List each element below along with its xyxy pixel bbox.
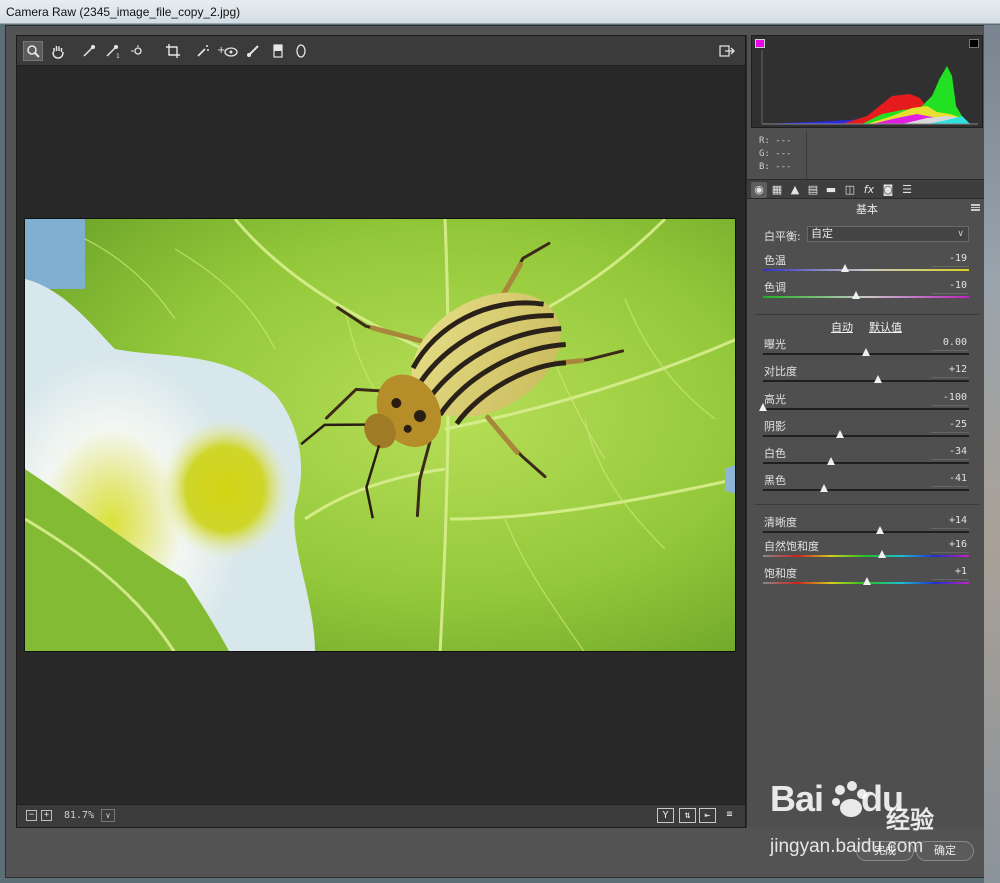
preview-preferences-icon[interactable]: ≡ [721,808,738,823]
slider-value-underline [931,253,969,267]
title-bar: Camera Raw (2345_image_file_copy_2.jpg) [0,0,1000,24]
slider-label-blacks: 黑色 [764,474,786,487]
zoom-dropdown[interactable]: ∨ [101,809,115,822]
tab-presets-icon[interactable]: ☰ [899,182,915,198]
slider-label-clarity: 清晰度 [764,516,797,529]
tool-bar: 1 + [17,36,745,66]
swap-settings-button[interactable]: ⇅ [679,808,696,823]
tab-lens-icon[interactable]: ◫ [842,182,858,198]
slider-track-vibrance[interactable] [763,555,969,557]
targeted-adjustment-tool-icon[interactable] [129,41,149,61]
slider-thumb-whites[interactable] [826,457,835,465]
hand-tool-icon[interactable] [48,41,68,61]
slider-label-contrast: 对比度 [764,365,797,378]
slider-thumb-shadows[interactable] [836,430,845,438]
slider-label-shadows: 阴影 [764,420,786,433]
color-sampler-tool-icon[interactable]: 1 [103,41,123,61]
slider-value-underline [931,446,969,460]
chevron-down-icon: ∨ [957,229,964,239]
slider-track-tint[interactable] [763,296,969,298]
white-balance-tool-icon[interactable] [79,41,99,61]
slider-track-whites[interactable] [763,462,969,464]
spot-removal-tool-icon[interactable] [193,41,213,61]
desktop-background [984,25,1000,883]
slider-label-tint: 色调 [764,281,786,294]
slider-track-highlights[interactable] [763,408,969,410]
slider-thumb-tint[interactable] [851,291,860,299]
slider-track-contrast[interactable] [763,380,969,382]
slider-value-underline [931,566,969,580]
slider-value-underline [931,539,969,553]
white-balance-value: 自定 [811,227,833,240]
tab-hsl-icon[interactable]: ▤ [805,182,821,198]
slider-track-clarity[interactable] [763,531,969,533]
slider-label-whites: 白色 [764,447,786,460]
slider-thumb-contrast[interactable] [874,375,883,383]
slider-value-underline [931,515,969,529]
tab-basic-icon[interactable]: ◉ [751,182,767,198]
blue-readout: B: --- [759,162,792,172]
dialog-frame: 1 + − + 81.7% ∨ Y ⇅ ⇤ ≡ R: --- G: --- B:… [5,25,995,878]
slider-value-underline [931,419,969,433]
svg-text:1: 1 [116,53,120,58]
slider-thumb-vibrance[interactable] [878,550,887,558]
slider-value-underline [931,280,969,294]
window-title: Camera Raw (2345_image_file_copy_2.jpg) [6,5,241,19]
slider-value-underline [931,392,969,406]
svg-text:+: + [217,45,225,56]
red-readout: R: --- [759,136,792,146]
slider-track-temperature[interactable] [763,269,969,271]
slider-thumb-exposure[interactable] [862,348,870,356]
auto-link[interactable]: 自动 [831,319,853,335]
status-bar: − + 81.7% ∨ Y ⇅ ⇤ ≡ [17,804,745,827]
histogram [751,35,983,128]
slider-label-exposure: 曝光 [764,338,786,351]
slider-thumb-temperature[interactable] [841,264,850,272]
slider-value-underline [931,473,969,487]
zoom-level: 81.7% [64,810,95,821]
default-link[interactable]: 默认值 [869,319,902,335]
tab-split-toning-icon[interactable]: ▬ [823,182,839,198]
green-readout: G: --- [759,149,792,159]
open-in-photoshop-icon[interactable] [717,41,737,61]
adjustments-panel: R: --- G: --- B: --- ◉ ▦ ▲ ▤ ▬ ◫ fx ◙ ☰ … [746,35,987,828]
adjustment-brush-icon[interactable] [243,41,263,61]
white-balance-label: 白平衡: [764,230,801,243]
slider-label-highlights: 高光 [764,393,786,406]
panel-tabs: ◉ ▦ ▲ ▤ ▬ ◫ fx ◙ ☰ [747,179,987,199]
image-preview[interactable] [24,218,736,652]
slider-value-underline [931,337,969,351]
slider-track-shadows[interactable] [763,435,969,437]
zoom-tool-icon[interactable] [23,41,43,61]
red-eye-tool-icon[interactable]: + [216,41,240,61]
graduated-filter-icon[interactable] [268,41,288,61]
white-balance-select[interactable]: 自定 ∨ [807,226,969,242]
tab-camera-calibration-icon[interactable]: ◙ [880,182,896,198]
tab-effects-icon[interactable]: fx [861,182,877,198]
zoom-in-button[interactable]: + [41,810,52,821]
slider-label-vibrance: 自然饱和度 [764,540,819,553]
camera-raw-window: Camera Raw (2345_image_file_copy_2.jpg) … [0,0,1000,883]
crop-tool-icon[interactable] [163,41,183,61]
slider-label-temperature: 色温 [764,254,786,267]
section-title: 基本 [856,203,878,216]
zoom-out-button[interactable]: − [26,810,37,821]
tab-detail-icon[interactable]: ▲ [787,182,803,198]
slider-thumb-highlights[interactable] [759,403,767,411]
preview-area: 1 + − + 81.7% ∨ Y ⇅ ⇤ ≡ [16,35,746,828]
slider-track-blacks[interactable] [763,489,969,491]
slider-thumb-saturation[interactable] [863,577,872,585]
before-after-view-button[interactable]: Y [657,808,674,823]
done-button[interactable]: 完成 [856,841,914,861]
tab-tone-curve-icon[interactable]: ▦ [769,182,785,198]
panel-menu-icon[interactable] [971,204,980,211]
rgb-readout: R: --- G: --- B: --- [751,131,983,179]
ok-button[interactable]: 确定 [916,841,974,861]
slider-thumb-blacks[interactable] [819,484,828,492]
slider-label-saturation: 饱和度 [764,567,797,580]
radial-filter-icon[interactable] [291,41,311,61]
copy-settings-button[interactable]: ⇤ [699,808,716,823]
slider-thumb-clarity[interactable] [876,526,885,534]
slider-value-underline [931,364,969,378]
